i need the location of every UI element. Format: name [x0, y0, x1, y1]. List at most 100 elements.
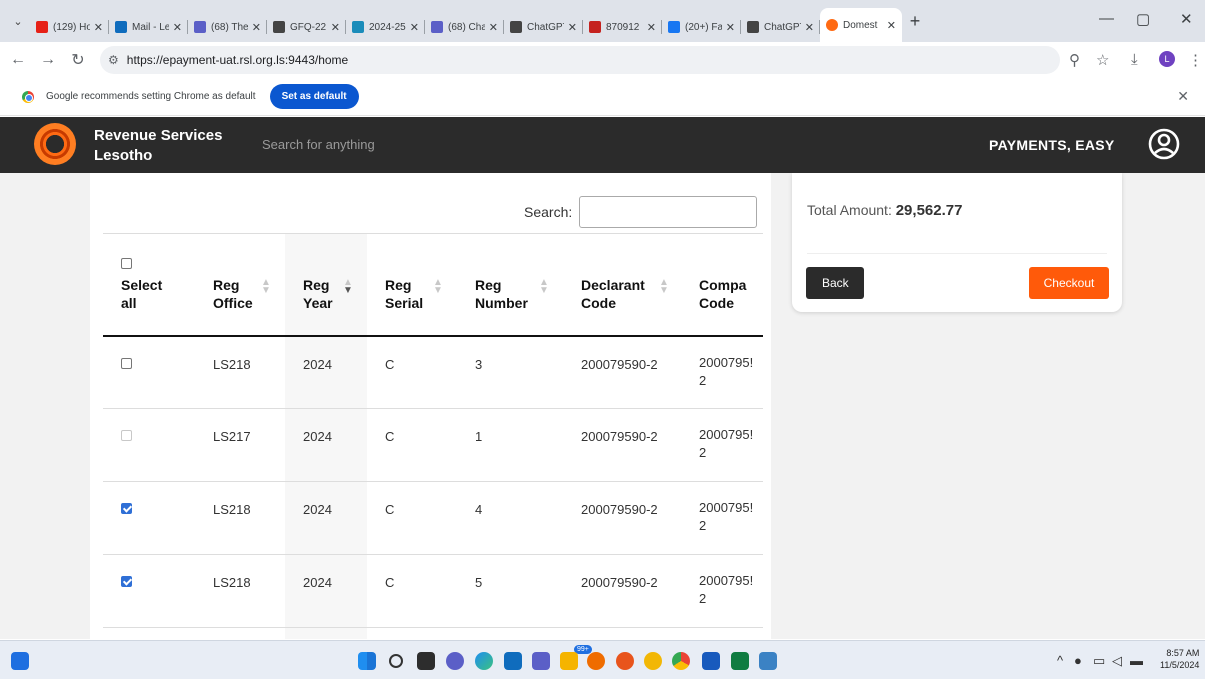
header-label: Compa	[699, 277, 747, 293]
chrome-logo-icon	[22, 90, 34, 103]
header-reg-number[interactable]: Reg Number ▲ ▼	[457, 233, 563, 337]
profile-avatar[interactable]: L	[1159, 51, 1175, 67]
teams-icon[interactable]	[532, 652, 550, 670]
restore-icon[interactable]: ▢	[1136, 10, 1150, 28]
header-label: Code	[581, 295, 616, 311]
tab-close-icon[interactable]: ✕	[726, 21, 735, 34]
app-feather-icon[interactable]	[644, 652, 662, 670]
address-bar[interactable]: ⚙ https://epayment-uat.rsl.org.ls:9443/h…	[100, 46, 1060, 74]
teams-chat-icon[interactable]	[446, 652, 464, 670]
volume-icon[interactable]: ◁	[1112, 653, 1122, 669]
browser-tab-active[interactable]: Domest ✕	[820, 8, 902, 42]
widgets-icon[interactable]	[11, 652, 29, 670]
tab-close-icon[interactable]: ✕	[568, 21, 577, 34]
back-button[interactable]: Back	[806, 267, 864, 299]
browser-tab-strip: ⌄ (129) Ho ✕ Mail - Le ✕ (68) The ✕ GFQ-22 ✕ 202…	[0, 0, 1205, 42]
browser-tab[interactable]: ChatGPT ✕	[741, 12, 820, 42]
tab-close-icon[interactable]: ✕	[410, 21, 419, 34]
zoom-icon[interactable]: ⚲	[1069, 51, 1080, 69]
excel-icon[interactable]	[731, 652, 749, 670]
row-checkbox[interactable]	[121, 503, 132, 514]
browser-tab[interactable]: (20+) Fa ✕	[662, 12, 741, 42]
site-settings-icon[interactable]: ⚙	[108, 53, 119, 67]
tab-close-icon[interactable]: ✕	[647, 21, 656, 34]
browser-tab[interactable]: (129) Ho ✕	[30, 12, 109, 42]
row-checkbox[interactable]	[121, 357, 132, 369]
tab-close-icon[interactable]: ✕	[887, 19, 896, 32]
tab-close-icon[interactable]: ✕	[331, 21, 340, 34]
bookmark-star-icon[interactable]: ☆	[1096, 51, 1109, 69]
table-row[interactable]: LS2182024C6200079590-22000795!	[103, 627, 763, 639]
header-declarant-code[interactable]: Declarant Code ▲ ▼	[563, 233, 683, 337]
app-s-icon[interactable]	[587, 652, 605, 670]
tab-close-icon[interactable]: ✕	[173, 21, 182, 34]
forward-arrow-icon[interactable]: →	[36, 51, 60, 69]
user-account-icon[interactable]	[1147, 127, 1181, 161]
windows-taskbar: 99+ ^ ● ▭ ◁ ▬ 8:57 AM 11/5/2024	[0, 640, 1205, 679]
tab-close-icon[interactable]: ✕	[489, 21, 498, 34]
reload-icon[interactable]: ↻	[66, 50, 90, 70]
header-label: Reg	[303, 277, 330, 293]
sort-arrows-icon[interactable]: ▲ ▼	[433, 278, 443, 296]
tab-search-chevron-icon[interactable]: ⌄	[6, 9, 30, 33]
table-search-input[interactable]	[579, 196, 757, 228]
close-window-icon[interactable]: ✕	[1180, 10, 1193, 28]
header-search-input[interactable]: Search for anything	[262, 137, 375, 152]
browser-tab[interactable]: (68) Cha ✕	[425, 12, 504, 42]
header-reg-year[interactable]: Reg Year ▲ ▼	[285, 233, 367, 337]
browser-tab[interactable]: Mail - Le ✕	[109, 12, 188, 42]
battery-icon[interactable]: ▬	[1130, 653, 1143, 668]
header-label: all	[121, 295, 137, 311]
header-reg-office[interactable]: Reg Office ▲ ▼	[195, 233, 285, 337]
header-company-code[interactable]: Compa Code	[683, 233, 763, 337]
tab-favicon-icon	[589, 21, 601, 33]
new-tab-button[interactable]: +	[902, 11, 928, 32]
row-checkbox[interactable]	[121, 576, 132, 587]
select-all-checkbox[interactable]	[121, 258, 132, 269]
start-icon[interactable]	[358, 652, 376, 670]
tray-chevron-icon[interactable]: ^	[1057, 653, 1063, 668]
browser-tab[interactable]: ChatGPT ✕	[504, 12, 583, 42]
edge-icon[interactable]	[475, 652, 493, 670]
network-icon[interactable]: ▭	[1093, 653, 1105, 669]
rsl-logo-icon[interactable]	[34, 123, 76, 165]
brand-name[interactable]: Revenue Services Lesotho	[94, 126, 222, 166]
sort-arrows-icon[interactable]: ▲ ▼	[659, 278, 669, 296]
back-arrow-icon[interactable]: ←	[6, 51, 30, 69]
chrome-taskbar-icon[interactable]	[672, 652, 690, 670]
sort-arrows-icon[interactable]: ▲ ▼	[539, 278, 549, 296]
header-reg-serial[interactable]: Reg Serial ▲ ▼	[367, 233, 457, 337]
browser-tab[interactable]: 2024-25 ✕	[346, 12, 425, 42]
table-row[interactable]: LS218 2024 C 3 200079590-2 2000795! 2	[103, 335, 763, 409]
menu-kebab-icon[interactable]: ⋮	[1188, 51, 1203, 69]
set-as-default-button[interactable]: Set as default	[269, 84, 359, 109]
infobar-close-icon[interactable]: ✕	[1177, 88, 1189, 105]
header-label: Reg	[475, 277, 502, 293]
word-icon[interactable]	[702, 652, 720, 670]
tray-app-icon[interactable]: ●	[1074, 653, 1082, 668]
search-icon[interactable]	[389, 654, 403, 668]
cell-declarant-code: 200079590-2	[563, 554, 683, 628]
table-row[interactable]: LS217 2024 C 1 200079590-2 2000795! 2	[103, 408, 763, 482]
tab-close-icon[interactable]: ✕	[252, 21, 261, 34]
download-icon[interactable]: ⤓	[1131, 51, 1138, 68]
file-explorer-icon[interactable]	[560, 652, 578, 670]
system-clock[interactable]: 8:57 AM 11/5/2024	[1160, 647, 1199, 671]
store-icon[interactable]	[504, 652, 522, 670]
firefox-icon[interactable]	[616, 652, 634, 670]
browser-tab[interactable]: GFQ-22 ✕	[267, 12, 346, 42]
minimize-icon[interactable]: —	[1099, 10, 1114, 27]
checkout-button[interactable]: Checkout	[1029, 267, 1109, 299]
tab-close-icon[interactable]: ✕	[94, 21, 103, 34]
cell-reg-number: 1	[457, 408, 563, 482]
table-row[interactable]: LS218 2024 C 5 200079590-2 2000795! 2	[103, 554, 763, 628]
table-row[interactable]: LS218 2024 C 4 200079590-2 2000795! 2	[103, 481, 763, 555]
task-view-icon[interactable]	[417, 652, 435, 670]
browser-tab[interactable]: (68) The ✕	[188, 12, 267, 42]
photos-icon[interactable]	[759, 652, 777, 670]
sort-desc-icon[interactable]: ▲ ▼	[343, 278, 353, 296]
browser-tab[interactable]: 870912 ✕	[583, 12, 662, 42]
sort-arrows-icon[interactable]: ▲ ▼	[261, 278, 271, 296]
tab-close-icon[interactable]: ✕	[805, 21, 814, 34]
header-select-all[interactable]: Select all	[103, 233, 195, 337]
